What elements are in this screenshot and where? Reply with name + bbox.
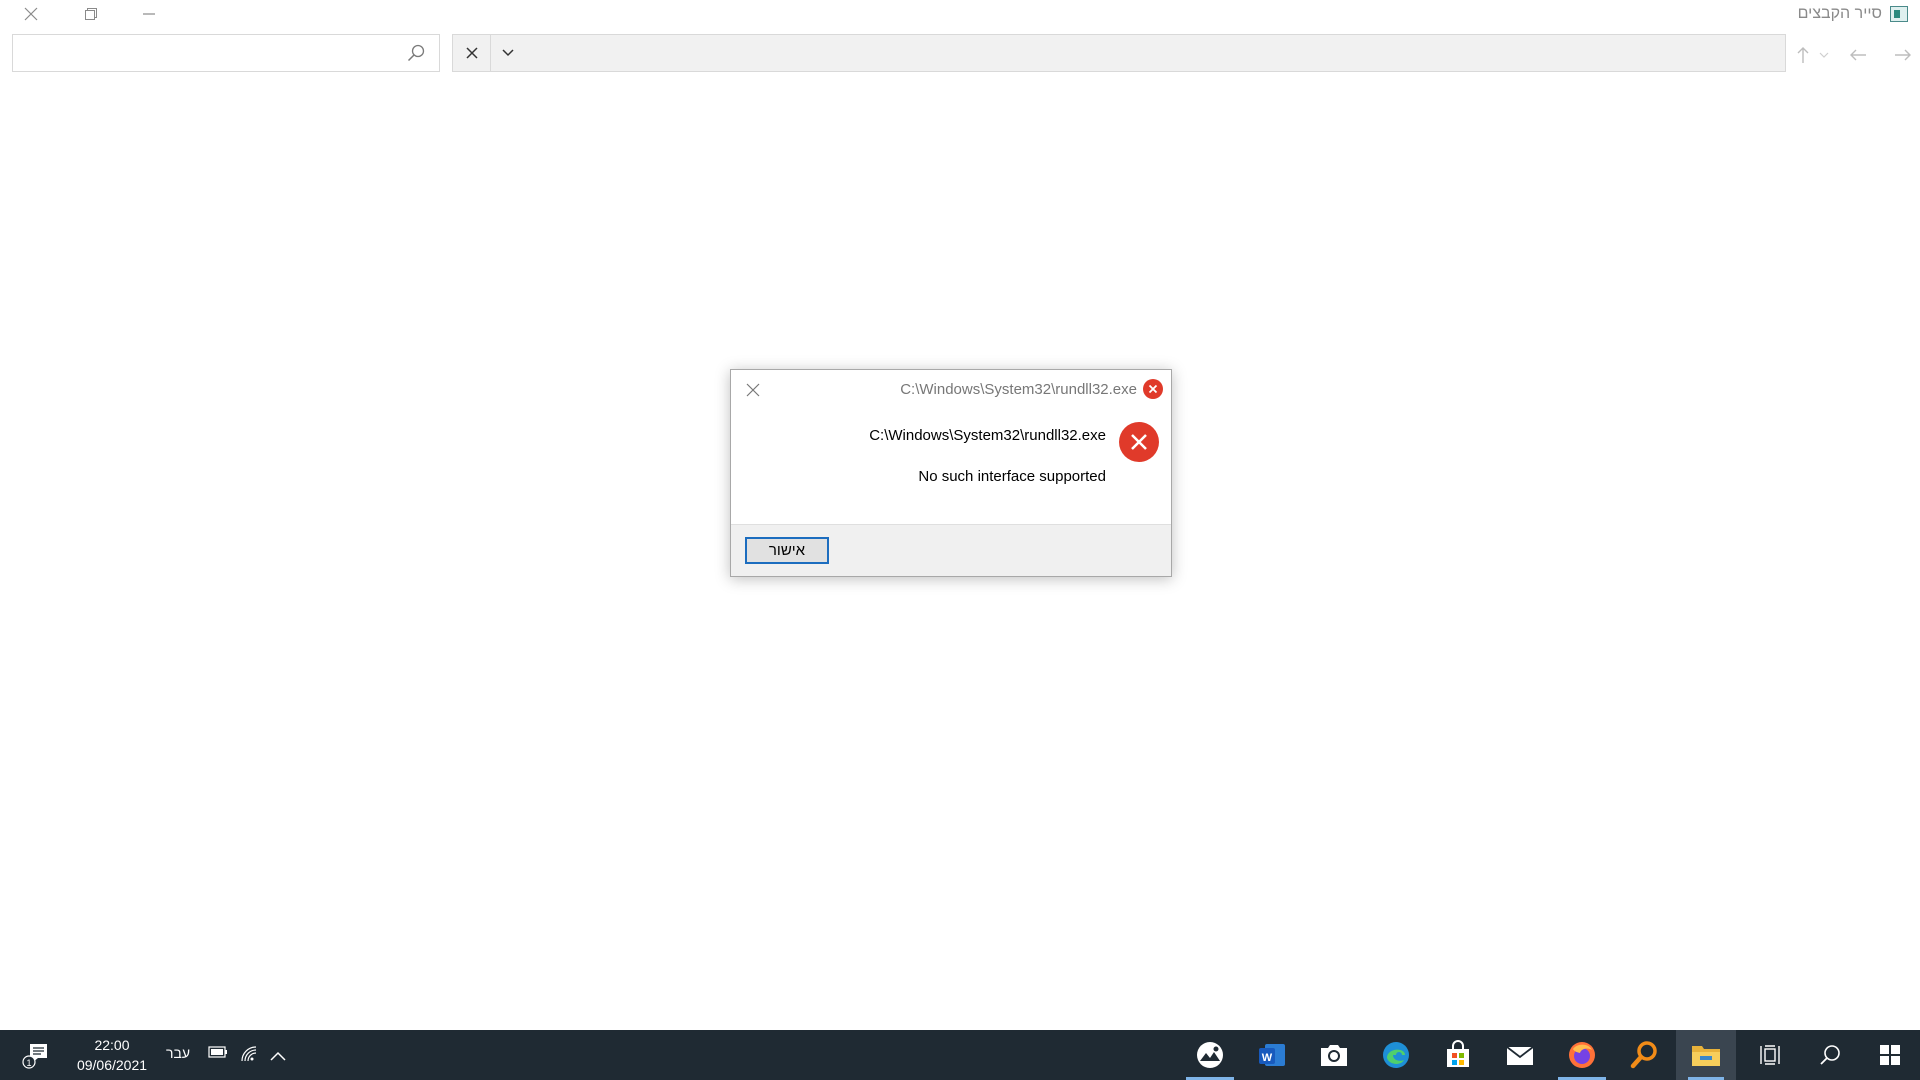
notification-icon: 1 [22, 1044, 47, 1069]
close-icon [24, 7, 38, 21]
restore-icon [85, 8, 97, 20]
address-dropdown-button[interactable] [491, 35, 525, 71]
dialog-footer: אישור [731, 524, 1171, 576]
clock-time: 22:00 [94, 1037, 130, 1053]
taskbar: 1 22:00 09/06/2021 עבר W [0, 1030, 1920, 1080]
taskbar-camera[interactable] [1304, 1030, 1364, 1080]
error-dialog: C:\Windows\System32\rundll32.exe C:\Wind… [730, 369, 1172, 577]
taskbar-search-app[interactable] [1614, 1030, 1674, 1080]
chevron-down-icon [502, 49, 514, 57]
window-title: סייר הקבצים [1797, 5, 1882, 22]
firefox-icon [1569, 1042, 1595, 1068]
store-icon [1447, 1040, 1469, 1067]
file-explorer-icon [1890, 6, 1908, 22]
search-icon [407, 44, 425, 62]
search-button[interactable] [1800, 1030, 1860, 1080]
close-window-button[interactable] [2, 0, 60, 28]
arrow-left-icon [1850, 49, 1866, 61]
edge-icon [1383, 1042, 1409, 1068]
dialog-title: C:\Windows\System32\rundll32.exe [900, 381, 1137, 398]
taskbar-photos-app[interactable] [1180, 1030, 1240, 1080]
forward-button[interactable] [1890, 42, 1916, 68]
taskbar-firefox[interactable] [1552, 1030, 1612, 1080]
mail-icon [1506, 1046, 1534, 1065]
windows-logo-icon [1880, 1045, 1900, 1065]
dialog-close-button[interactable] [739, 376, 767, 404]
dialog-message-path: C:\Windows\System32\rundll32.exe [869, 427, 1106, 444]
start-button[interactable] [1860, 1030, 1920, 1080]
arrow-up-icon [1797, 47, 1809, 63]
show-hidden-icons-button[interactable] [270, 1048, 286, 1066]
svg-text:W: W [1262, 1052, 1273, 1064]
taskbar-store[interactable] [1428, 1030, 1488, 1080]
taskbar-file-explorer[interactable] [1676, 1030, 1736, 1080]
action-center-button[interactable]: 1 [8, 1030, 64, 1080]
task-view-button[interactable] [1740, 1030, 1800, 1080]
language-indicator[interactable]: עבר [166, 1045, 190, 1061]
close-icon [746, 383, 760, 397]
wifi-icon[interactable] [240, 1045, 260, 1068]
chevron-down-icon [1819, 52, 1829, 58]
folder-icon [1692, 1046, 1720, 1066]
arrow-right-icon [1895, 49, 1911, 61]
camera-icon [1321, 1045, 1347, 1066]
magnifier-icon [1630, 1041, 1657, 1069]
search-input[interactable] [12, 34, 440, 72]
ok-button[interactable]: אישור [745, 537, 829, 564]
error-icon [1143, 379, 1163, 399]
back-button[interactable] [1845, 42, 1871, 68]
word-icon: W [1259, 1044, 1285, 1066]
recent-locations-button[interactable] [1815, 42, 1833, 68]
battery-icon[interactable] [208, 1045, 228, 1064]
notification-count: 1 [26, 1058, 31, 1068]
task-view-icon [1760, 1045, 1780, 1065]
chevron-up-icon [270, 1051, 286, 1061]
address-bar[interactable] [452, 34, 1786, 72]
taskbar-mail[interactable] [1490, 1030, 1550, 1080]
minimize-icon [143, 13, 155, 15]
taskbar-word[interactable]: W [1242, 1030, 1302, 1080]
photos-icon [1197, 1042, 1223, 1068]
taskbar-edge[interactable] [1366, 1030, 1426, 1080]
clock-date: 09/06/2021 [76, 1057, 148, 1073]
dialog-message-error: No such interface supported [918, 468, 1106, 485]
clear-address-button[interactable] [453, 35, 491, 71]
clock[interactable]: 22:00 09/06/2021 [68, 1035, 156, 1075]
close-icon [465, 47, 478, 59]
title-bar: סייר הקבצים [0, 0, 1920, 30]
up-button[interactable] [1790, 42, 1816, 68]
restore-window-button[interactable] [62, 0, 120, 28]
search-icon [1820, 1045, 1840, 1065]
minimize-window-button[interactable] [120, 0, 178, 28]
error-icon [1119, 422, 1159, 462]
